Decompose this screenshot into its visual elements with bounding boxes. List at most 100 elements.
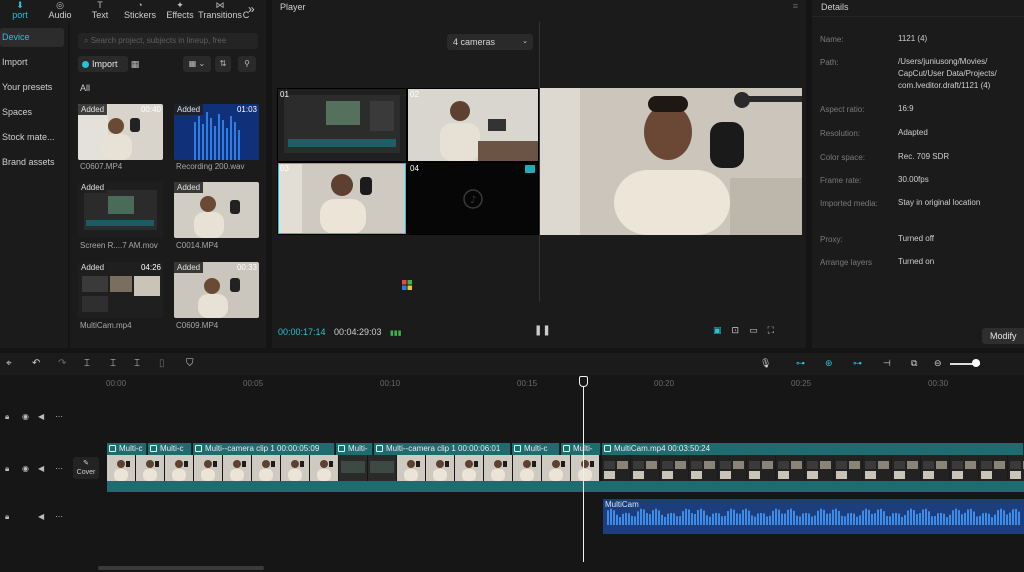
camera-01[interactable]: 01 (278, 89, 406, 161)
linkage-icon[interactable]: ⊶ (853, 358, 862, 369)
waveform-bar (697, 509, 699, 525)
timeline-clip[interactable]: Multi-c (148, 443, 192, 455)
detail-label-frame-rate: Frame rate: (820, 176, 862, 185)
sidebar-item-stock-material[interactable]: Stock mate... (0, 128, 64, 147)
track-header-audio: 🔒︎ ◀︎ ⋯ (0, 510, 70, 526)
import-button[interactable]: Import (78, 56, 128, 72)
timeline-clip[interactable]: Multi- (561, 443, 601, 455)
speaker-icon[interactable]: ◀︎ (38, 512, 44, 521)
media-tile[interactable]: Added 00:40 (78, 104, 163, 160)
sidebar-item-brand-assets[interactable]: Brand assets (0, 153, 64, 172)
lock-icon[interactable]: 🔒︎ (5, 512, 9, 522)
media-search-input[interactable]: ⌕ Search project, subjects in lineup, fr… (78, 33, 258, 49)
undo-icon[interactable]: ↶ (32, 358, 40, 369)
menu-icon[interactable]: ≡ (793, 1, 798, 11)
media-tile[interactable]: Added (78, 182, 163, 238)
timeline-clip[interactable]: MultiCam.mp4 00:03:50:24 (602, 443, 1024, 455)
waveform-bar (754, 516, 756, 525)
modify-button[interactable]: Modify (982, 328, 1024, 344)
auto-snap-icon[interactable]: ⊛ (825, 358, 833, 369)
thumbnail-toggle-icon[interactable]: ⧉ (911, 358, 917, 369)
camera-03[interactable]: 03 (278, 163, 406, 234)
select-tool-icon[interactable]: ⌖ (6, 358, 12, 369)
waveform-bar (784, 513, 786, 525)
waveform-bar (793, 510, 795, 525)
timeline-clip[interactable]: Multi-c (512, 443, 560, 455)
sidebar-item-import[interactable]: Import (0, 53, 64, 72)
media-tile[interactable]: Added (174, 182, 259, 238)
tool-stickers[interactable]: ◔ Stickers (120, 0, 160, 22)
eye-icon[interactable]: ◉ (22, 464, 29, 473)
playhead[interactable] (583, 378, 584, 562)
more-tools-icon[interactable]: » (248, 2, 255, 16)
speaker-icon[interactable]: ◀︎ (38, 412, 44, 421)
microphone-icon[interactable]: 🎙 (760, 358, 771, 369)
tool-transitions[interactable]: ⋈ Transitions (198, 0, 242, 22)
horizontal-scrollbar[interactable] (98, 566, 264, 570)
detail-value-arrange-layers[interactable]: Turned on (898, 256, 934, 268)
tool-audio[interactable]: ◎ Audio (40, 0, 80, 22)
sort-icon[interactable]: ⇅ (215, 56, 231, 72)
cover-button[interactable]: ✎ Cover (73, 457, 99, 479)
sidebar-item-your-presets[interactable]: Your presets (0, 78, 64, 97)
tool-import[interactable]: ⬇ port (0, 0, 40, 22)
more-icon[interactable]: ⋯ (55, 412, 63, 421)
main-track-magnet-icon[interactable]: ⊶ (796, 358, 805, 369)
media-tile[interactable]: Added 01:03 (174, 104, 259, 160)
all-filter-label[interactable]: All (80, 83, 90, 93)
playhead-handle[interactable] (579, 376, 588, 387)
aspect-ratio-icon[interactable]: ▭ (749, 325, 758, 335)
tool-text[interactable]: T Text (80, 0, 120, 22)
timeline-clip[interactable]: Multi--camera clip 1 00:00:06:01 (374, 443, 511, 455)
waveform-bar (724, 515, 726, 525)
sidebar-item-spaces[interactable]: Spaces (0, 103, 64, 122)
eye-icon[interactable]: ◉ (22, 412, 29, 421)
camera-02[interactable]: 02 (408, 89, 538, 161)
zoom-out-icon[interactable]: ⊖ (934, 358, 942, 369)
camera-04[interactable]: ♪ 04 (408, 163, 538, 234)
speaker-icon[interactable]: ◀︎ (38, 464, 44, 473)
view-mode-button[interactable]: ▦ ⌄ (183, 56, 211, 72)
lock-icon[interactable]: 🔒︎ (5, 412, 9, 422)
media-tile[interactable]: Added 04:26 (78, 262, 163, 318)
timeline-clip[interactable]: Multi-c (107, 443, 147, 455)
waveform-bar (739, 513, 741, 525)
waveform-bar (952, 510, 954, 525)
shield-icon[interactable]: ⛉ (186, 358, 194, 369)
audio-clip[interactable]: MultiCam (603, 499, 1024, 534)
grid-icon[interactable]: ▦ (128, 56, 142, 72)
redo-icon[interactable]: ↷ (58, 358, 66, 369)
waveform-bar (676, 516, 678, 525)
sidebar-item-device[interactable]: Device (0, 28, 64, 47)
ruler-tick: 00:00 (106, 379, 127, 388)
waveform-bar (901, 516, 903, 525)
tool-effects[interactable]: ✦ Effects (160, 0, 200, 22)
split-right-icon[interactable]: ⌶ (134, 358, 140, 369)
checkbox-icon (109, 445, 116, 452)
detail-label-aspect-ratio: Aspect ratio: (820, 105, 865, 114)
waveform-bar (619, 517, 621, 525)
ruler-tick: 00:25 (791, 379, 812, 388)
camera-count-select[interactable]: 4 cameras ⌄ (447, 34, 533, 50)
detail-value-proxy[interactable]: Turned off (898, 233, 934, 245)
preview-axis-icon[interactable]: ⊣ (883, 358, 891, 369)
crop-icon[interactable]: ⊡ (732, 325, 740, 335)
split-icon[interactable]: ⌶ (84, 358, 90, 369)
more-icon[interactable]: ⋯ (55, 512, 63, 521)
media-tile[interactable]: Added 00:33 (174, 262, 259, 318)
zoom-slider-handle[interactable] (972, 359, 980, 367)
filter-icon[interactable]: ⚲ (238, 56, 256, 72)
timeline-clip[interactable]: Multi--camera clip 1 00:00:05:09 (193, 443, 335, 455)
media-tile-name: Screen R....7 AM.mov (80, 241, 158, 250)
timeline-clip[interactable]: Multi- (336, 443, 373, 455)
fullscreen-icon[interactable]: ⛶ (768, 325, 774, 335)
delete-icon[interactable]: ▯ (159, 358, 165, 369)
split-left-icon[interactable]: ⌶ (110, 358, 116, 369)
pause-button[interactable]: ❚❚ (534, 325, 551, 336)
lock-icon[interactable]: 🔒︎ (5, 464, 9, 474)
multicam-view-icon[interactable]: ▣ (713, 325, 722, 335)
more-icon[interactable]: ⋯ (55, 464, 63, 473)
waveform-bar (961, 514, 963, 525)
main-preview[interactable] (540, 88, 802, 235)
pencil-icon: ✎ (83, 460, 89, 467)
